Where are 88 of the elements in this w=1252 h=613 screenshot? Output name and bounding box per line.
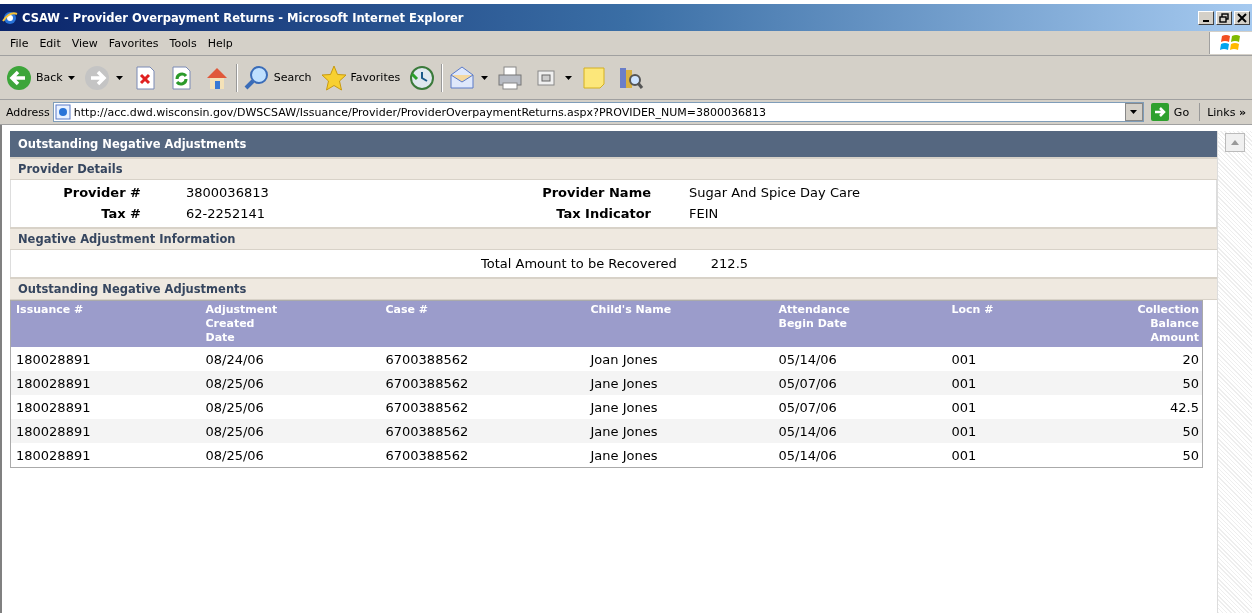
close-icon bbox=[1237, 12, 1247, 23]
scroll-up-button[interactable] bbox=[1225, 133, 1245, 152]
favorites-button[interactable]: Favorites bbox=[316, 63, 404, 92]
table-cell: 05/07/06 bbox=[778, 376, 837, 391]
table-cell: 6700388562 bbox=[385, 424, 469, 439]
windows-logo-icon bbox=[1220, 33, 1242, 53]
table-cell: Jane Jones bbox=[590, 448, 658, 463]
clock-icon bbox=[408, 63, 437, 92]
table-cell: 20 bbox=[1182, 352, 1199, 367]
minimize-icon bbox=[1203, 19, 1209, 22]
menu-item[interactable]: Edit bbox=[35, 36, 68, 50]
table-cell: Jane Jones bbox=[590, 400, 658, 415]
menu-item[interactable]: File bbox=[6, 36, 36, 50]
table-cell: 08/25/06 bbox=[205, 400, 264, 415]
printer-icon bbox=[496, 63, 525, 92]
table-cell: 001 bbox=[951, 376, 977, 391]
table-cell: 6700388562 bbox=[385, 352, 469, 367]
table-cell: 08/25/06 bbox=[205, 376, 264, 391]
field-label: Provider # bbox=[63, 185, 141, 200]
table-cell: 05/14/06 bbox=[778, 448, 837, 463]
table-cell: 6700388562 bbox=[385, 400, 469, 415]
page-title: Outstanding Negative Adjustments bbox=[10, 131, 1218, 157]
restore-icon bbox=[1219, 12, 1229, 23]
column-header: Issuance # bbox=[16, 303, 84, 317]
table-cell: 05/14/06 bbox=[778, 352, 837, 367]
browser-logo-icon bbox=[2, 9, 18, 26]
minimize-button[interactable] bbox=[1198, 10, 1214, 25]
restore-button[interactable] bbox=[1216, 10, 1232, 25]
search-button[interactable]: Search bbox=[239, 63, 315, 92]
table-cell: 08/25/06 bbox=[205, 424, 264, 439]
page-icon bbox=[54, 104, 71, 120]
total-label: Total Amount to be Recovered bbox=[481, 256, 677, 271]
table-cell: 50 bbox=[1182, 376, 1199, 391]
table-cell: 08/25/06 bbox=[205, 448, 264, 463]
table-cell: 05/14/06 bbox=[778, 424, 837, 439]
table-cell: 180028891 bbox=[16, 352, 91, 367]
go-button[interactable]: Go bbox=[1146, 103, 1201, 121]
arrow-icon bbox=[1150, 103, 1169, 121]
table-cell: 001 bbox=[951, 352, 977, 367]
vertical-scrollbar[interactable] bbox=[1217, 131, 1252, 613]
table-cell: 180028891 bbox=[16, 448, 91, 463]
table-cell: 42.5 bbox=[1170, 400, 1199, 415]
search-icon bbox=[242, 63, 271, 92]
table-cell: 180028891 bbox=[16, 376, 91, 391]
links-button[interactable]: Links » bbox=[1203, 105, 1252, 119]
column-header: Attendance Begin Date bbox=[778, 303, 850, 331]
menu-item[interactable]: Favorites bbox=[104, 36, 166, 50]
field-value: FEIN bbox=[689, 206, 719, 221]
table-cell: Joan Jones bbox=[590, 352, 658, 367]
field-value: 3800036813 bbox=[186, 185, 269, 200]
table-cell: 001 bbox=[951, 448, 977, 463]
table-cell: 50 bbox=[1182, 448, 1199, 463]
menu-item[interactable]: Tools bbox=[165, 36, 204, 50]
field-value: 62-2252141 bbox=[186, 206, 266, 221]
field-value: Sugar And Spice Day Care bbox=[689, 185, 860, 200]
section-heading: Provider Details bbox=[10, 157, 1218, 180]
field-label: Provider Name bbox=[542, 185, 651, 200]
back-button[interactable]: Back bbox=[2, 63, 78, 92]
up-arrow-icon bbox=[1231, 140, 1239, 145]
star-icon bbox=[319, 63, 348, 92]
table-cell: 08/24/06 bbox=[205, 352, 264, 367]
table-cell: 6700388562 bbox=[385, 376, 469, 391]
address-label: Address bbox=[6, 105, 50, 119]
section-heading: Negative Adjustment Information bbox=[10, 227, 1218, 250]
table-cell: 001 bbox=[951, 424, 977, 439]
table-cell: 50 bbox=[1182, 424, 1199, 439]
table-cell: 180028891 bbox=[16, 400, 91, 415]
column-header: Collection Balance Amount bbox=[1137, 303, 1199, 345]
total-value: 212.5 bbox=[710, 256, 749, 271]
address-field[interactable]: http://acc.dwd.wisconsin.gov/DWSCSAW/Issuance/Provider/ProviderOverpaymentReturns.aspx?PROVIDER_NUM=3800036813 bbox=[52, 102, 1144, 122]
column-header: Locn # bbox=[951, 303, 994, 317]
field-label: Tax Indicator bbox=[556, 206, 651, 221]
table-cell: Jane Jones bbox=[590, 424, 658, 439]
table-cell: 05/07/06 bbox=[778, 400, 837, 415]
table-cell: 001 bbox=[951, 400, 977, 415]
window-title: CSAW - Provider Overpayment Returns - Microsoft Internet Explorer bbox=[22, 10, 464, 25]
menu-item[interactable]: View bbox=[67, 36, 105, 50]
field-label: Tax # bbox=[101, 206, 141, 221]
table-cell: 180028891 bbox=[16, 424, 91, 439]
section-heading: Outstanding Negative Adjustments bbox=[10, 277, 1218, 300]
table-cell: 6700388562 bbox=[385, 448, 469, 463]
column-header: Adjustment Created Date bbox=[205, 303, 278, 345]
caret-icon bbox=[1130, 110, 1138, 114]
column-header: Child's Name bbox=[590, 303, 672, 317]
menu-item[interactable]: Help bbox=[203, 36, 240, 50]
column-header: Case # bbox=[385, 303, 429, 317]
table-cell: Jane Jones bbox=[590, 376, 658, 391]
close-button[interactable] bbox=[1234, 10, 1250, 25]
